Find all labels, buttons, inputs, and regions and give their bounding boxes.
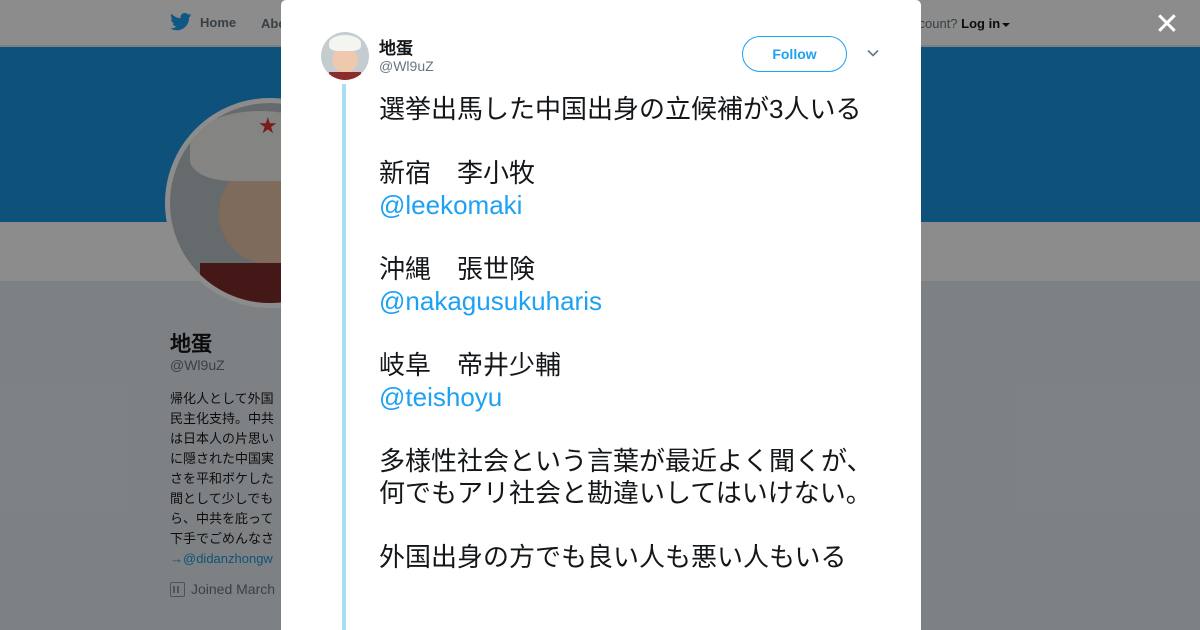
tweet-paragraph: 多様性社会という言葉が最近よく聞くが、何でもアリ社会と勘違いしてはいけない。 bbox=[379, 446, 873, 508]
mention-link[interactable]: @nakagusukuharis bbox=[379, 285, 884, 317]
candidate-label: 岐阜 帝井少輔 bbox=[379, 350, 562, 380]
close-icon[interactable]: ✕ bbox=[1153, 10, 1181, 40]
candidate-entry: 沖縄 張世険 @nakagusukuharis bbox=[379, 253, 884, 317]
tweet-author-avatar[interactable] bbox=[321, 32, 369, 80]
mention-link[interactable]: @teishoyu bbox=[379, 381, 884, 413]
mention-link[interactable]: @leekomaki bbox=[379, 189, 884, 221]
thread-line bbox=[342, 84, 346, 630]
candidate-entry: 新宿 李小牧 @leekomaki bbox=[379, 157, 884, 221]
tweet-last-line: 外国出身の方でも良い人も悪い人もいる bbox=[379, 542, 847, 572]
tweet-author-handle[interactable]: @Wl9uZ bbox=[379, 58, 434, 74]
chevron-down-icon[interactable] bbox=[866, 46, 880, 60]
candidate-label: 新宿 李小牧 bbox=[379, 158, 536, 188]
tweet-author-name[interactable]: 地蛋 bbox=[379, 34, 413, 59]
candidate-label: 沖縄 張世険 bbox=[379, 254, 536, 284]
tweet-text: 選挙出馬した中国出身の立候補が3人いる 新宿 李小牧 @leekomaki 沖縄… bbox=[379, 93, 884, 573]
follow-button[interactable]: Follow bbox=[742, 36, 847, 72]
tweet-modal: 地蛋 @Wl9uZ Follow 選挙出馬した中国出身の立候補が3人いる 新宿 … bbox=[281, 0, 921, 630]
tweet-intro: 選挙出馬した中国出身の立候補が3人いる bbox=[379, 94, 862, 124]
candidate-entry: 岐阜 帝井少輔 @teishoyu bbox=[379, 349, 884, 413]
